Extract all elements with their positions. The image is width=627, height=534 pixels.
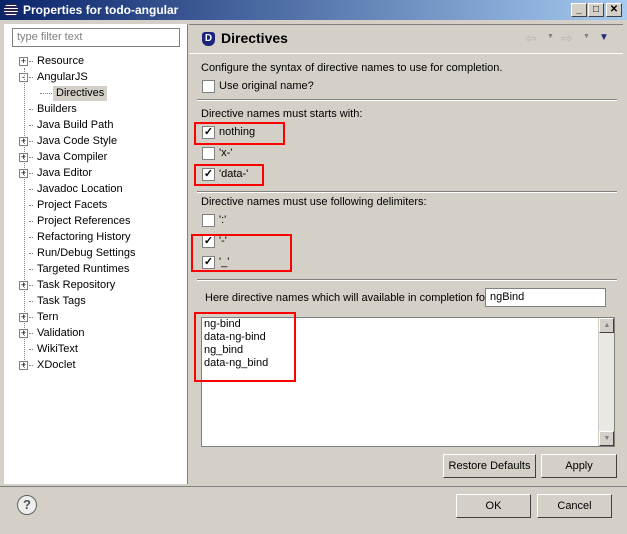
forward-dropdown-icon[interactable]: ▼ — [583, 33, 590, 40]
highlight-box — [194, 164, 264, 186]
eclipse-icon — [4, 3, 18, 17]
sidebar-item[interactable]: Project References — [4, 214, 184, 229]
highlight-box — [194, 122, 285, 145]
window-title: Properties for todo-angular — [23, 3, 179, 17]
separator — [197, 191, 617, 193]
sidebar-item[interactable]: + Java Code Style — [4, 134, 184, 149]
minimize-button[interactable]: _ — [571, 3, 587, 17]
sidebar-item-label: Resource — [37, 55, 85, 67]
sidebar-item[interactable]: + Task Repository — [4, 278, 184, 293]
sidebar-item-label: Java Editor — [37, 167, 93, 179]
sidebar-item[interactable]: + XDoclet — [4, 358, 184, 373]
use-original-checkbox[interactable] — [202, 80, 215, 93]
sidebar-item[interactable]: WikiText — [4, 342, 184, 357]
sidebar-item-label: Task Repository — [37, 279, 116, 291]
page-header: D Directives ⇦ ▼ ⇨ ▼ ▼ — [189, 24, 623, 54]
sidebar-item[interactable]: Directives — [4, 86, 184, 101]
sidebar-item[interactable]: Java Build Path — [4, 118, 184, 133]
sidebar-item-label: Directives — [53, 86, 108, 101]
highlight-box — [191, 234, 292, 272]
sidebar-item-label: AngularJS — [37, 71, 88, 83]
sidebar-item[interactable]: + Validation — [4, 326, 184, 341]
title-bar: Properties for todo-angular _ □ ✕ — [0, 0, 627, 20]
sidebar-item-label: Java Code Style — [37, 135, 118, 147]
forward-icon[interactable]: ⇨ — [561, 30, 573, 47]
option-label: 'x-' — [219, 147, 233, 159]
sidebar-item-label: XDoclet — [37, 359, 76, 371]
sidebar-item-label: Builders — [37, 103, 77, 115]
view-menu-icon[interactable]: ▼ — [599, 32, 609, 43]
separator — [197, 99, 617, 101]
sidebar-item[interactable]: Targeted Runtimes — [4, 262, 184, 277]
apply-button[interactable]: Apply — [541, 454, 617, 478]
sidebar-item[interactable]: Javadoc Location — [4, 182, 184, 197]
option-checkbox[interactable] — [202, 147, 215, 160]
sidebar-item-label: Javadoc Location — [37, 183, 123, 195]
sidebar-item[interactable]: Project Facets — [4, 198, 184, 213]
back-dropdown-icon[interactable]: ▼ — [547, 33, 554, 40]
scroll-up-icon[interactable]: ▲ — [599, 318, 614, 333]
option-checkbox[interactable] — [202, 214, 215, 227]
restore-defaults-button[interactable]: Restore Defaults — [443, 454, 536, 478]
completion-input[interactable]: ngBind — [485, 288, 606, 307]
sidebar-item[interactable]: Refactoring History — [4, 230, 184, 245]
page-title: Directives — [221, 30, 288, 46]
sidebar-item-label: WikiText — [37, 343, 78, 355]
highlight-box — [194, 312, 296, 382]
sidebar: type filter text + Resource - AngularJS Dire… — [4, 24, 188, 484]
sidebar-item-label: Tern — [37, 311, 59, 323]
help-button[interactable]: ? — [17, 495, 37, 515]
sidebar-item-label: Validation — [37, 327, 85, 339]
sidebar-item-label: Targeted Runtimes — [37, 263, 130, 275]
option-label: ':' — [219, 214, 227, 226]
completion-label: Here directive names which will availabl… — [205, 292, 489, 304]
sidebar-item[interactable]: Task Tags — [4, 294, 184, 309]
scroll-down-icon[interactable]: ▼ — [599, 431, 614, 446]
sidebar-item-label: Run/Debug Settings — [37, 247, 136, 259]
sidebar-item-label: Java Compiler — [37, 151, 108, 163]
ok-button[interactable]: OK — [456, 494, 531, 518]
dialog-footer: ? OK Cancel — [0, 486, 627, 534]
directive-icon: D — [202, 32, 215, 46]
starts-with-label: Directive names must starts with: — [201, 108, 363, 120]
sidebar-item[interactable]: + Java Compiler — [4, 150, 184, 165]
sidebar-item[interactable]: + Resource — [4, 54, 184, 69]
sidebar-item[interactable]: - AngularJS — [4, 70, 184, 85]
sidebar-item[interactable]: + Java Editor — [4, 166, 184, 181]
sidebar-item-label: Java Build Path — [37, 119, 114, 131]
sidebar-item-label: Task Tags — [37, 295, 86, 307]
description: Configure the syntax of directive names … — [201, 62, 503, 74]
scrollbar[interactable]: ▲ ▼ — [598, 318, 614, 446]
separator — [197, 279, 617, 281]
sidebar-item[interactable]: + Tern — [4, 310, 184, 325]
sidebar-item-label: Project Facets — [37, 199, 108, 211]
use-original-label: Use original name? — [219, 80, 314, 92]
close-button[interactable]: ✕ — [606, 3, 622, 17]
delimiters-label: Directive names must use following delim… — [201, 196, 427, 208]
sidebar-item-label: Project References — [37, 215, 131, 227]
cancel-button[interactable]: Cancel — [537, 494, 612, 518]
sidebar-item[interactable]: Run/Debug Settings — [4, 246, 184, 261]
sidebar-item[interactable]: Builders — [4, 102, 184, 117]
sidebar-item-label: Refactoring History — [37, 231, 131, 243]
expand-icon[interactable]: + — [19, 57, 28, 66]
back-icon[interactable]: ⇦ — [525, 30, 537, 47]
filter-input[interactable]: type filter text — [12, 28, 180, 47]
maximize-button[interactable]: □ — [588, 3, 604, 17]
main-panel: D Directives ⇦ ▼ ⇨ ▼ ▼ Configure the syn… — [189, 24, 623, 484]
